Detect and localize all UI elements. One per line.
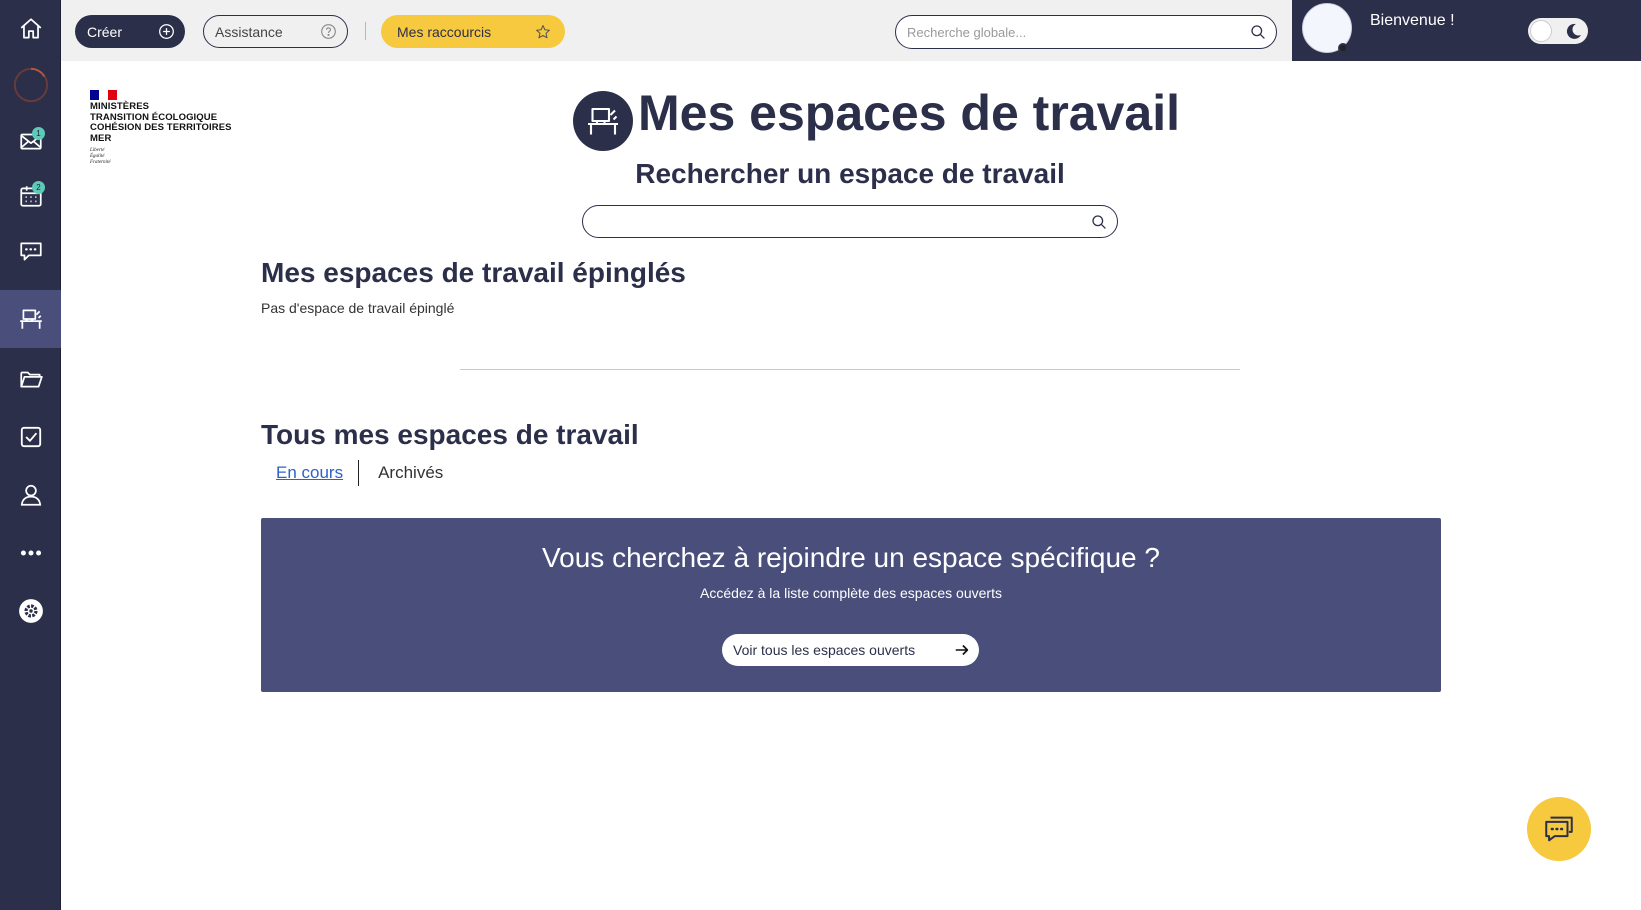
global-search-input[interactable] [907, 24, 1250, 40]
join-banner: Vous cherchez à rejoindre un espace spéc… [261, 518, 1441, 692]
search-icon[interactable] [1091, 214, 1107, 230]
create-button[interactable]: Créer [75, 15, 185, 48]
create-label: Créer [87, 23, 123, 40]
view-open-spaces-label: Voir tous les espaces ouverts [733, 642, 916, 658]
pinned-heading: Mes espaces de travail épinglés [261, 257, 686, 288]
topbar-separator [365, 22, 366, 40]
assistance-label: Assistance [215, 23, 283, 40]
settings-icon [18, 599, 43, 623]
french-flag-icon [90, 90, 117, 100]
shortcuts-label: Mes raccourcis [397, 23, 492, 40]
user-area: Bienvenue ! [1292, 0, 1641, 61]
tab-en-cours[interactable]: En cours [276, 463, 358, 483]
pinned-empty-text: Pas d'espace de travail épinglé [261, 300, 455, 316]
plus-circle-icon [159, 24, 174, 39]
welcome-text: Bienvenue ! [1370, 12, 1455, 29]
banner-subtitle: Accédez à la liste complète des espaces … [700, 585, 1002, 601]
sidebar-item-workspaces[interactable] [0, 290, 61, 348]
shortcuts-button[interactable]: Mes raccourcis [381, 15, 565, 48]
search-icon[interactable] [1250, 24, 1266, 40]
assistance-button[interactable]: Assistance [203, 15, 348, 48]
loading-circle-icon [13, 67, 48, 103]
chat-icon [1545, 816, 1573, 842]
star-icon [536, 24, 550, 38]
divider [460, 369, 1240, 370]
sidebar-item-loading[interactable] [0, 56, 61, 114]
page-title: Mes espaces de travail [638, 85, 1180, 141]
logo-line: COHÉSION DES TERRITOIRES [90, 122, 232, 133]
global-search[interactable] [895, 15, 1277, 49]
sidebar-item-tasks[interactable] [0, 408, 61, 466]
workspace-search-input[interactable] [597, 213, 1091, 230]
help-icon [321, 24, 336, 39]
sidebar-item-settings[interactable] [0, 582, 61, 640]
search-heading: Rechercher un espace de travail [635, 158, 1065, 189]
ministry-logo: MINISTÈRES TRANSITION ÉCOLOGIQUE COHÉSIO… [90, 90, 250, 166]
dark-mode-toggle[interactable] [1528, 18, 1588, 44]
top-bar: Créer Assistance Mes raccourcis [61, 0, 1292, 61]
sidebar: 1 2 [0, 0, 61, 910]
toggle-knob [1530, 20, 1552, 42]
chat-fab-button[interactable] [1527, 797, 1591, 861]
sidebar-item-profile[interactable] [0, 466, 61, 524]
home-icon [20, 18, 41, 39]
all-workspaces-heading: Tous mes espaces de travail [261, 419, 639, 450]
tab-archives[interactable]: Archivés [359, 463, 443, 483]
checkbox-icon [20, 426, 41, 448]
logo-line: MINISTÈRES [90, 101, 150, 112]
workspace-title-icon [573, 91, 633, 151]
workspace-tabs: En cours Archivés [276, 460, 443, 486]
mail-badge: 1 [32, 127, 45, 140]
view-open-spaces-button[interactable]: Voir tous les espaces ouverts [722, 634, 979, 666]
workspace-search[interactable] [582, 205, 1118, 238]
status-dot [1338, 43, 1348, 53]
sidebar-item-chat[interactable] [0, 222, 61, 280]
sidebar-item-home[interactable] [0, 0, 61, 58]
moon-icon [1566, 23, 1581, 39]
user-icon [20, 484, 41, 506]
folder-icon [19, 371, 43, 388]
logo-line: MER [90, 132, 112, 144]
sidebar-item-files[interactable] [0, 350, 61, 408]
sidebar-item-more[interactable] [0, 524, 61, 582]
more-icon [20, 550, 41, 556]
banner-title: Vous cherchez à rejoindre un espace spéc… [542, 542, 1160, 573]
workspace-icon [19, 309, 42, 329]
chat-icon [19, 242, 42, 261]
arrow-right-icon [955, 644, 969, 656]
